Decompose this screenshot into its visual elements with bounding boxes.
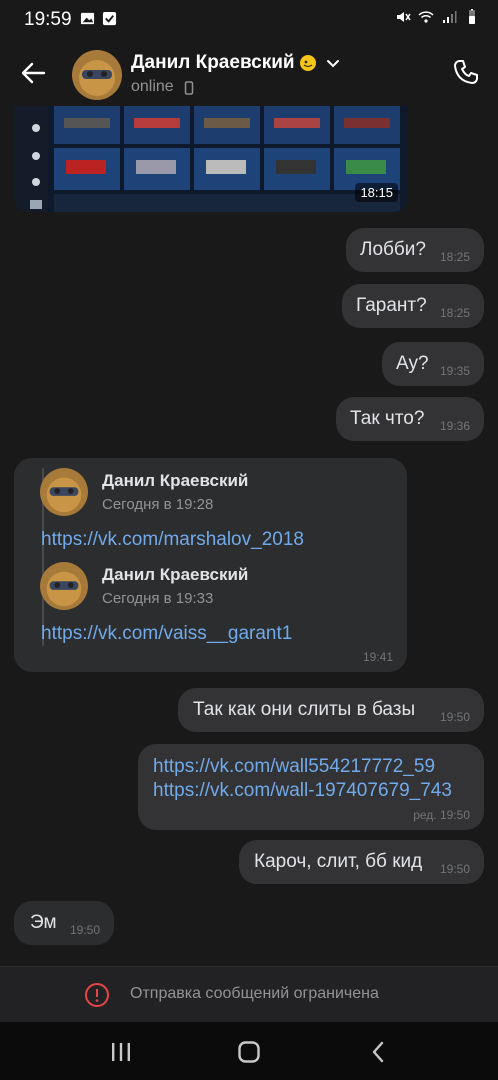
message-bubble-outgoing[interactable]: Так как они слиты в базы 19:50 — [178, 688, 484, 732]
status-time: 19:59 — [24, 9, 72, 30]
message-time: 19:50 — [69, 923, 100, 937]
wifi-icon — [418, 11, 434, 23]
message-link[interactable]: https://vk.com/wall554217772_59 — [153, 756, 435, 778]
message-time: 18:25 — [439, 306, 470, 320]
chevron-down-icon[interactable] — [326, 58, 340, 70]
emoji-status-icon — [300, 55, 316, 71]
message-text: Гарант? — [356, 295, 427, 316]
warning-circle-icon — [85, 983, 109, 1007]
back-arrow-icon[interactable] — [18, 58, 48, 88]
message-text: Ау? — [396, 353, 429, 374]
home-icon[interactable] — [236, 1039, 262, 1065]
message-time: 19:36 — [439, 419, 470, 433]
message-bubble-outgoing-links[interactable]: https://vk.com/wall554217772_59 https://… — [138, 744, 484, 830]
forward-author-name[interactable]: Данил Краевский — [102, 471, 248, 491]
message-time: 19:50 — [439, 710, 470, 724]
back-nav-icon[interactable] — [366, 1039, 392, 1065]
message-bubble-outgoing[interactable]: Так что? 19:36 — [336, 397, 484, 441]
signal-icon — [443, 11, 457, 23]
message-text: Эм — [30, 912, 57, 933]
contact-status: online — [131, 78, 174, 95]
forward-link[interactable]: https://vk.com/vaiss__garant1 — [41, 623, 292, 645]
message-time: 19:50 — [439, 862, 470, 876]
checkbox-notification-icon — [102, 11, 117, 26]
message-text: Так как они слиты в базы — [193, 699, 416, 720]
forwarded-message-bubble[interactable]: Данил Краевский Сегодня в 19:28 https://… — [14, 458, 407, 672]
mobile-online-icon — [184, 81, 194, 95]
mute-icon — [397, 12, 411, 22]
message-bubble-incoming[interactable]: Эм 19:50 — [14, 901, 114, 945]
phone-call-icon[interactable] — [452, 58, 480, 86]
message-bubble-outgoing[interactable]: Кароч, слит, бб кид 19:50 — [239, 840, 484, 884]
message-bubble-outgoing[interactable]: Лобби? 18:25 — [346, 228, 484, 272]
message-link[interactable]: https://vk.com/wall-197407679_743 — [153, 780, 452, 802]
message-time: 18:25 — [439, 250, 470, 264]
message-time: 19:41 — [362, 650, 393, 664]
image-attachment[interactable]: 18:15 — [14, 106, 408, 212]
forward-date: Сегодня в 19:28 — [102, 496, 214, 513]
system-navigation-bar — [0, 1022, 498, 1080]
recent-apps-icon[interactable] — [108, 1039, 134, 1065]
message-bubble-outgoing[interactable]: Гарант? 18:25 — [342, 284, 484, 328]
forward-date: Сегодня в 19:33 — [102, 590, 214, 607]
message-time-edited: ред. 19:50 — [413, 808, 470, 822]
message-text: Лобби? — [360, 239, 426, 260]
restriction-text: Отправка сообщений ограничена — [130, 985, 379, 1002]
contact-name[interactable]: Данил Краевский — [131, 52, 295, 74]
forward-author-avatar[interactable] — [40, 468, 88, 516]
battery-icon — [469, 9, 475, 24]
game-screenshot-image — [14, 106, 408, 212]
message-text: Кароч, слит, бб кид — [254, 851, 423, 872]
status-bar: 19:59 — [0, 0, 498, 38]
status-icons — [395, 9, 480, 25]
chat-header: Данил Краевский online — [0, 38, 498, 106]
forward-author-avatar[interactable] — [40, 562, 88, 610]
forward-author-name[interactable]: Данил Краевский — [102, 565, 248, 585]
gallery-icon — [80, 12, 95, 25]
messaging-restricted-bar: Отправка сообщений ограничена — [0, 966, 498, 1022]
message-text: Так что? — [350, 408, 425, 429]
forward-link[interactable]: https://vk.com/marshalov_2018 — [41, 529, 304, 551]
contact-avatar[interactable] — [72, 50, 122, 100]
video-duration: 18:15 — [355, 183, 398, 202]
message-bubble-outgoing[interactable]: Ау? 19:35 — [382, 342, 484, 386]
message-time: 19:35 — [439, 364, 470, 378]
